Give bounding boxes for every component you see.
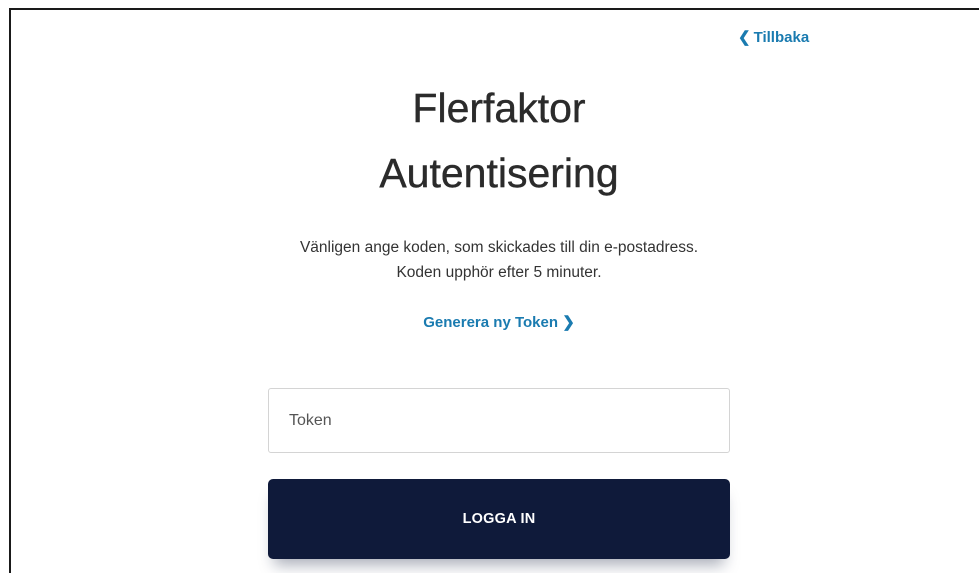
instructions-text: Vänligen ange koden, som skickades till … (218, 235, 780, 285)
instructions-line-2: Koden upphör efter 5 minuter. (396, 264, 602, 281)
chevron-right-icon: ❯ (562, 314, 575, 331)
back-link-label: Tillbaka (753, 29, 810, 46)
generate-new-token-link[interactable]: Generera ny Token ❯ (268, 313, 730, 331)
generate-new-token-label: Generera ny Token (423, 314, 559, 331)
page-title-line-2: Autentisering (379, 150, 619, 196)
page-title-line-1: Flerfaktor (412, 85, 586, 131)
token-input[interactable] (268, 388, 730, 453)
login-button[interactable]: LOGGA IN (268, 479, 730, 559)
instructions-line-1: Vänligen ange koden, som skickades till … (299, 239, 699, 256)
back-link[interactable]: ❮ Tillbaka (738, 29, 809, 46)
chevron-left-icon: ❮ (738, 29, 751, 46)
